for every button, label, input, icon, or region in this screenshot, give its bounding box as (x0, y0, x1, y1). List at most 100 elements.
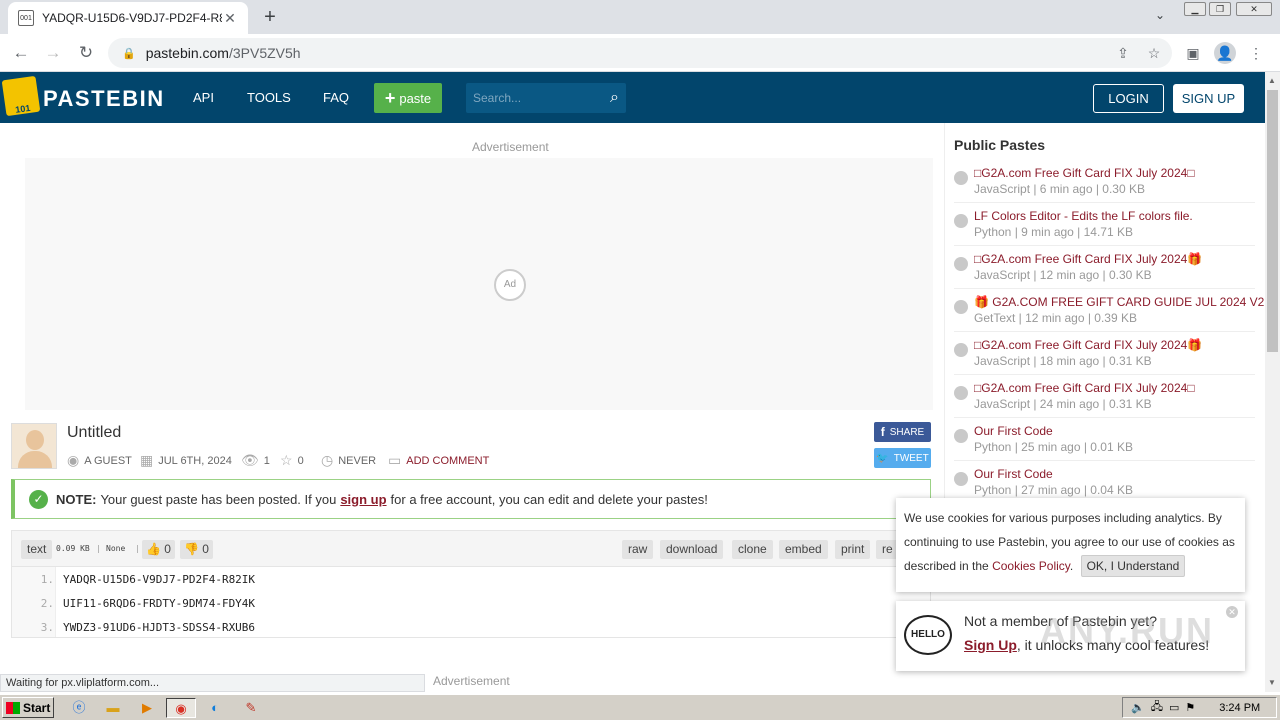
public-paste-meta: JavaScript | 24 min ago | 0.31 KB (974, 397, 1152, 411)
public-paste-meta: JavaScript | 18 min ago | 0.31 KB (974, 354, 1152, 368)
public-pastes-sidebar: Public Pastes □G2A.com Free Gift Card FI… (944, 123, 1280, 503)
public-paste-item[interactable]: □G2A.com Free Gift Card FIX July 2024□ J… (954, 160, 1255, 203)
site-brand[interactable]: PASTEBIN (43, 86, 165, 112)
cookies-policy-link[interactable]: Cookies Policy (992, 559, 1070, 573)
flag-icon[interactable]: ⚑ (1185, 701, 1195, 714)
public-paste-title[interactable]: □G2A.com Free Gift Card FIX July 2024🎁 (974, 252, 1202, 266)
public-paste-item[interactable]: LF Colors Editor - Edits the LF colors f… (954, 203, 1255, 246)
user-icon: ◉ (67, 452, 80, 468)
star-icon: ☆ (280, 452, 293, 468)
dislike-button[interactable]: 👎 0 (180, 540, 213, 559)
nav-api[interactable]: API (193, 90, 214, 105)
public-paste-item[interactable]: □G2A.com Free Gift Card FIX July 2024🎁 J… (954, 246, 1255, 289)
network-icon[interactable]: 🖧 (1151, 698, 1163, 717)
notice-signup-link[interactable]: sign up (340, 492, 386, 507)
public-paste-item[interactable]: □G2A.com Free Gift Card FIX July 2024□ J… (954, 375, 1255, 418)
public-paste-meta: Python | 27 min ago | 0.04 KB (974, 483, 1133, 497)
url-path: /3PV5ZV5h (228, 45, 301, 61)
folder-icon[interactable]: ▬ (102, 698, 124, 718)
public-paste-title[interactable]: 🎁 G2A.COM FREE GIFT CARD GUIDE JUL 2024 … (974, 295, 1280, 309)
public-paste-item[interactable]: Our First Code Python | 25 min ago | 0.0… (954, 418, 1255, 461)
signup-button[interactable]: SIGN UP (1173, 84, 1244, 113)
tab-close-icon[interactable]: ✕ (222, 10, 238, 27)
browser-toolbar: ← → ↻ 🔒 pastebin.com/3PV5ZV5h ⇪ ☆ ▣ 👤 ⋮ (0, 34, 1280, 72)
advertisement-label: Advertisement (472, 140, 549, 154)
syntax-label[interactable]: text (21, 540, 53, 559)
ad-slot[interactable] (25, 158, 933, 410)
reload-icon[interactable]: ↻ (75, 42, 97, 64)
public-paste-title[interactable]: □G2A.com Free Gift Card FIX July 2024□ (974, 166, 1195, 180)
url-host: pastebin.com (145, 45, 229, 61)
print-button[interactable]: print (835, 540, 871, 559)
globe-icon (954, 472, 968, 486)
device-icon[interactable]: ▭ (1169, 701, 1179, 714)
like-button[interactable]: 👍 0 (142, 540, 175, 559)
new-tab-plus-icon[interactable]: + (258, 5, 282, 29)
tab-search-chevron-icon[interactable]: ⌄ (1150, 8, 1170, 26)
check-circle-icon: ✓ (29, 489, 48, 509)
scroll-up-arrow-icon[interactable]: ▲ (1268, 76, 1276, 85)
add-comment-link[interactable]: ▭ ADD COMMENT (388, 452, 489, 469)
paste-size: 0.09 KB (56, 544, 90, 553)
embed-button[interactable]: embed (779, 540, 828, 559)
comment-icon: ▭ (388, 452, 402, 468)
close-window-icon[interactable]: ✕ (1236, 2, 1272, 16)
paste-stars: ☆ 0 (280, 452, 304, 468)
plus-icon: + (384, 88, 396, 108)
windows-logo-icon (6, 701, 20, 714)
promo-signup-link[interactable]: Sign Up (964, 637, 1017, 653)
code-view[interactable]: 1. YADQR-U15D6-V9DJ7-PD2F4-R82IK 2. UIF1… (11, 566, 931, 638)
line-number: 2. (40, 597, 54, 610)
nav-tools[interactable]: TOOLS (247, 90, 291, 105)
public-paste-title[interactable]: □G2A.com Free Gift Card FIX July 2024🎁 (974, 338, 1202, 352)
public-paste-item[interactable]: 🎁 G2A.COM FREE GIFT CARD GUIDE JUL 2024 … (954, 289, 1280, 332)
public-paste-title[interactable]: LF Colors Editor - Edits the LF colors f… (974, 209, 1193, 223)
side-panel-icon[interactable]: ▣ (1182, 42, 1204, 64)
share-page-icon[interactable]: ⇪ (1112, 42, 1134, 64)
scroll-down-arrow-icon[interactable]: ▼ (1268, 678, 1276, 687)
raw-button[interactable]: raw (622, 540, 654, 559)
menu-kebab-icon[interactable]: ⋮ (1245, 42, 1267, 64)
public-paste-title[interactable]: □G2A.com Free Gift Card FIX July 2024□ (974, 381, 1195, 395)
bookmark-star-icon[interactable]: ☆ (1143, 42, 1165, 64)
pastebin-logo-icon[interactable]: 101 (1, 75, 41, 117)
windows-taskbar: Start ⓔ ▬ ▶ ◉ ◐ ✎ 🔈 🖧 ▭ ⚑ 3:24 PM (0, 694, 1280, 720)
paste-date: ▦ JUL 6TH, 2024 (140, 452, 232, 468)
edge-icon[interactable]: ◐ (204, 698, 226, 718)
clone-button[interactable]: clone (732, 540, 773, 559)
promo-close-icon[interactable]: ✕ (1226, 606, 1238, 618)
guest-paste-notice: ✓ NOTE: Your guest paste has been posted… (11, 479, 931, 519)
profile-avatar-icon[interactable]: 👤 (1214, 42, 1236, 64)
globe-icon (954, 429, 968, 443)
nav-faq[interactable]: FAQ (323, 90, 349, 105)
page-scrollbar[interactable]: ▲ ▼ (1265, 72, 1280, 692)
scrollbar-thumb[interactable] (1267, 90, 1278, 352)
public-paste-title[interactable]: Our First Code (974, 467, 1053, 481)
hello-speech-bubble-icon: HELLO (904, 615, 952, 655)
public-paste-item[interactable]: □G2A.com Free Gift Card FIX July 2024🎁 J… (954, 332, 1255, 375)
system-tray: 🔈 🖧 ▭ ⚑ 3:24 PM (1122, 697, 1277, 718)
download-button[interactable]: download (660, 540, 724, 559)
ie-icon[interactable]: ⓔ (68, 698, 90, 718)
restore-icon[interactable]: ❐ (1209, 2, 1231, 16)
chrome-taskbar-icon[interactable]: ◉ (166, 698, 196, 718)
login-button[interactable]: LOGIN (1093, 84, 1164, 113)
start-button[interactable]: Start (2, 697, 54, 718)
back-arrow-icon[interactable]: ← (10, 42, 32, 64)
forward-arrow-icon[interactable]: → (42, 42, 64, 64)
media-player-icon[interactable]: ▶ (136, 698, 158, 718)
volume-icon[interactable]: 🔈 (1131, 701, 1145, 714)
minimize-icon[interactable]: ▁ (1184, 2, 1206, 16)
feather-app-icon[interactable]: ✎ (236, 698, 266, 718)
line-number: 1. (40, 573, 54, 586)
address-bar[interactable]: 🔒 pastebin.com/3PV5ZV5h (108, 38, 1172, 68)
new-paste-button[interactable]: + paste (374, 83, 442, 113)
search-icon[interactable]: ⌕ (610, 89, 619, 107)
facebook-share-button[interactable]: f SHARE (874, 422, 931, 442)
public-paste-title[interactable]: Our First Code (974, 424, 1053, 438)
tweet-button[interactable]: 🐦 TWEET (874, 448, 931, 468)
cookie-accept-button[interactable]: OK, I Understand (1080, 555, 1186, 577)
site-search-input[interactable]: Search... ⌕ (466, 83, 626, 113)
code-line: UIF11-6RQD6-FRDTY-9DM74-FDY4K (63, 597, 256, 610)
browser-tab[interactable]: 001 YADQR-U15D6-V9DJ7-PD2F4-R82IK - Past… (8, 2, 248, 34)
